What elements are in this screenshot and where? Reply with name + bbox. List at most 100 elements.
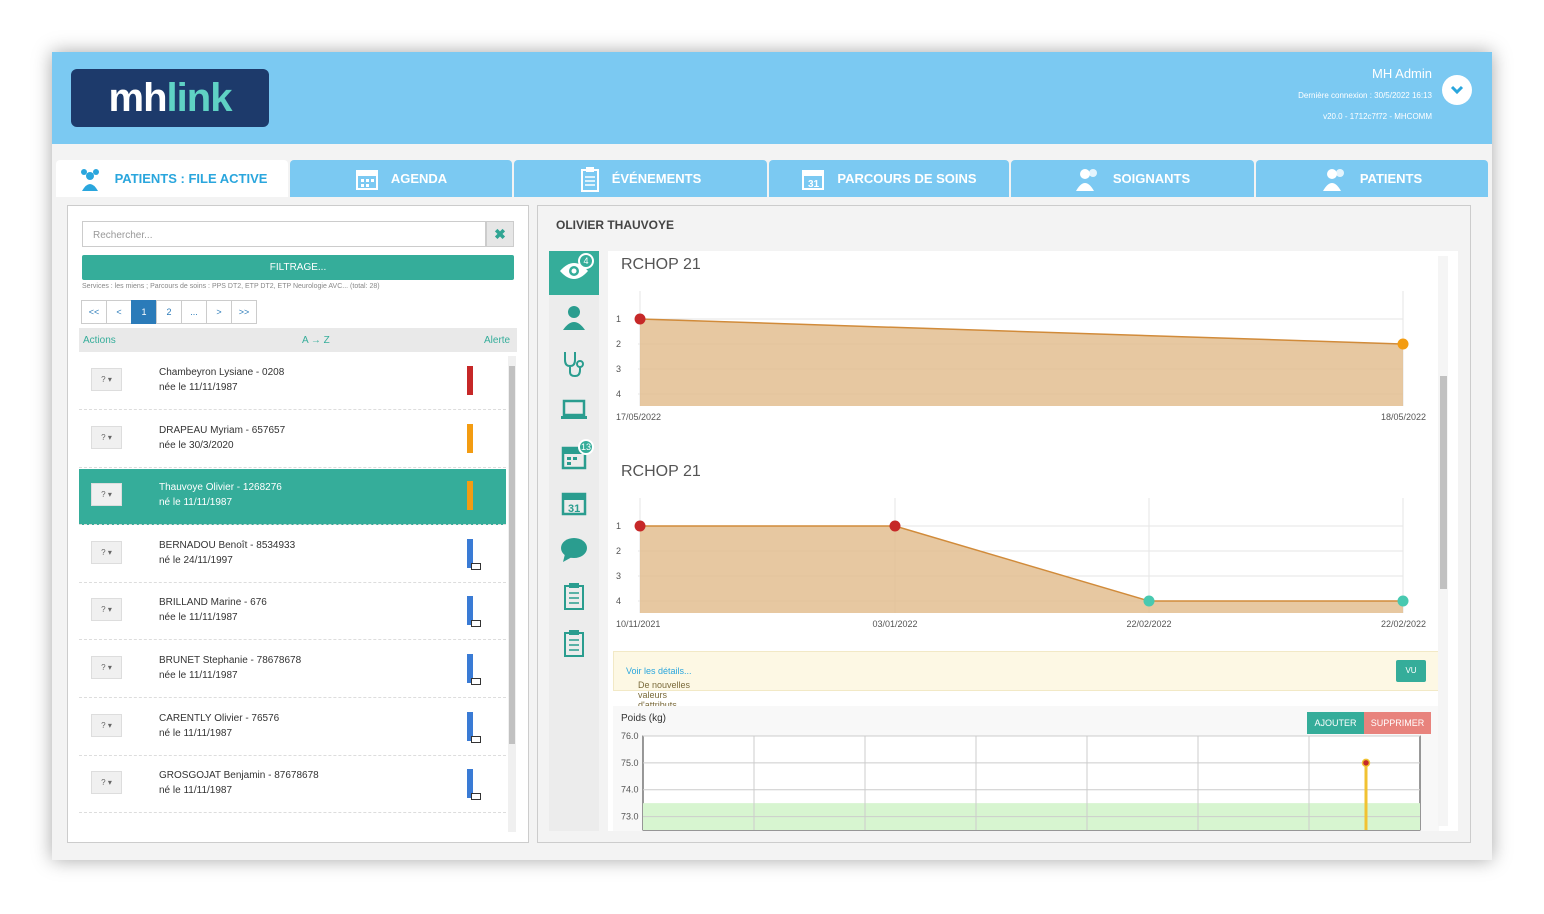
sidebar-item-calendar[interactable]: 13 [549,437,599,481]
sidebar-item-chat[interactable] [549,530,599,574]
y-tick-label: 2 [616,546,621,556]
tab-label: AGENDA [390,171,448,186]
mail-icon [471,620,481,628]
svg-text:31: 31 [568,503,580,515]
search-input[interactable]: Rechercher... [82,221,486,247]
sidebar-item-user[interactable] [549,298,599,342]
chart2-title: RCHOP 21 [621,463,701,480]
list-header: Actions A → Z Alerte [79,328,517,352]
page-first[interactable]: << [81,300,107,324]
actions-dropdown[interactable]: ? ▾ [91,425,122,449]
app-window: mh link MH Admin Dernière connexion : 30/… [52,52,1492,860]
weight-chart: 76.0 75.0 74.0 73.0 [621,731,1421,831]
app-header: mh link MH Admin Dernière connexion : 30/… [52,52,1492,144]
detail-content: RCHOP 21 1 2 3 4 17/05/2022 18/05/2022 RCHOP … [608,251,1458,831]
actions-dropdown[interactable]: ? ▾ [91,598,122,622]
user-icon [561,304,587,335]
weight-label: Poids (kg) [621,713,667,724]
patient-name: CARENTLY Olivier - 76576 [159,712,280,724]
page-2[interactable]: 2 [156,300,182,324]
vu-button[interactable]: VU [1396,660,1426,682]
logo[interactable]: mh link [71,69,269,127]
list-item[interactable]: ? ▾ Thauvoye Olivier - 1268276 né le 11/11… [79,469,506,526]
list-item[interactable]: ? ▾ BRILLAND Marine - 676 née le 11/11/198… [79,584,506,641]
patient-detail-panel: OLIVIER THAUVOYE 4 13 31 RCHOP 21 1 2 3 4 17/0… [537,205,1471,843]
logo-text-b: link [166,75,233,120]
tab-label: PATIENTS : FILE ACTIVE [114,171,268,186]
patient-name: Thauvoye Olivier - 1268276 [159,482,282,494]
sidebar-item-clipboard[interactable] [549,623,599,667]
actions-dropdown[interactable]: ? ▾ [91,483,122,507]
actions-dropdown[interactable]: ? ▾ [91,368,122,391]
tab-parcours-de-soins[interactable]: 31 PARCOURS DE SOINS [769,160,1009,197]
sidebar-item-stethoscope[interactable] [549,344,599,388]
detail-scrollbar-thumb[interactable] [1440,376,1447,589]
list-item[interactable]: ? ▾ BRUNET Stephanie - 78678678 née le 11/… [79,642,506,698]
details-link[interactable]: Voir les détails... [626,666,692,676]
x-tick-label: 03/01/2022 [872,619,917,629]
chevron-down-icon [1450,85,1464,95]
data-point [1397,595,1409,607]
logo-text-a: mh [108,75,168,120]
tab-patients[interactable]: PATIENTS [1256,160,1488,197]
col-sort[interactable]: A → Z [302,335,330,346]
list-scrollbar-thumb[interactable] [509,366,515,744]
services-summary: Services : les miens ; Parcours de soins… [82,283,380,290]
x-tick-label: 22/02/2022 [1381,619,1426,629]
area-fill [640,526,1403,613]
sidebar-item-laptop[interactable] [549,391,599,435]
svg-text:31: 31 [808,179,820,190]
page-next[interactable]: > [206,300,232,324]
sidebar-item-clipboard[interactable] [549,577,599,621]
list-item[interactable]: ? ▾ Chambeyron Lysiane - 0208 née le 11/11… [79,354,506,410]
y-tick-label: 75.0 [621,758,639,768]
list-item[interactable]: ? ▾ CARENTLY Olivier - 76576 né le 11/11/1… [79,699,506,756]
actions-dropdown[interactable]: ? ▾ [91,656,122,679]
page-ellipsis[interactable]: ... [181,300,207,324]
data-point [1397,338,1409,350]
tab-patients-file-active[interactable]: PATIENTS : FILE ACTIVE [56,160,288,197]
laptop-icon [560,399,588,426]
sidebar-item-calendar-31[interactable]: 31 [549,484,599,528]
patient-birth: né le 11/11/1987 [159,497,233,509]
clear-search-button[interactable]: ✖ [486,221,514,247]
tab-agenda[interactable]: AGENDA [290,160,512,197]
tab-evenements[interactable]: ÉVÉNEMENTS [514,160,767,197]
filter-button[interactable]: FILTRAGE... [82,255,514,280]
data-point [1361,758,1371,768]
patient-name: Chambeyron Lysiane - 0208 [159,367,285,378]
weight-panel: Poids (kg) AJOUTER SUPPRIMER 76.0 75.0 74.… [613,706,1439,831]
page-prev[interactable]: < [106,300,132,324]
user-menu-button[interactable] [1442,75,1472,105]
x-tick-label: 22/02/2022 [1126,619,1171,629]
actions-dropdown[interactable]: ? ▾ [91,540,122,564]
patient-birth: né le 24/11/1997 [159,554,233,566]
alert-indicator [467,423,473,453]
patient-name: BRUNET Stephanie - 78678678 [159,655,302,666]
chart1-title: RCHOP 21 [621,256,701,273]
y-tick-label: 76.0 [621,731,639,741]
data-point [634,520,646,532]
tab-soignants[interactable]: SOIGNANTS [1011,160,1254,197]
chat-icon [560,537,588,568]
list-item[interactable]: ? ▾ BERNADOU Benoît - 8534933 né le 24/11/… [79,526,506,583]
actions-dropdown[interactable]: ? ▾ [91,771,122,795]
page-last[interactable]: >> [231,300,257,324]
col-alert: Alerte [484,335,511,346]
notification-badge: 13 [578,439,594,455]
patient-birth: né le 11/11/1987 [159,785,233,797]
list-item[interactable]: ? ▾ DRAPEAU Myriam - 657657 née le 30/3/20… [79,411,506,468]
data-point [634,313,646,325]
y-tick-label: 2 [616,339,621,349]
page-1[interactable]: 1 [131,300,157,324]
list-item[interactable]: ? ▾ GROSGOJAT Benjamin - 87678678 né le 11… [79,757,506,814]
calendar-31-icon: 31 [802,169,825,190]
sidebar-item-eye[interactable]: 4 [549,251,599,295]
users-icon [1075,168,1097,191]
y-tick-label: 3 [616,571,621,581]
y-tick-label: 1 [616,314,621,324]
patient-name: OLIVIER THAUVOYE [556,218,675,232]
patient-name: DRAPEAU Myriam - 657657 [159,424,286,436]
tab-label: PATIENTS [1359,171,1423,186]
actions-dropdown[interactable]: ? ▾ [91,713,122,737]
